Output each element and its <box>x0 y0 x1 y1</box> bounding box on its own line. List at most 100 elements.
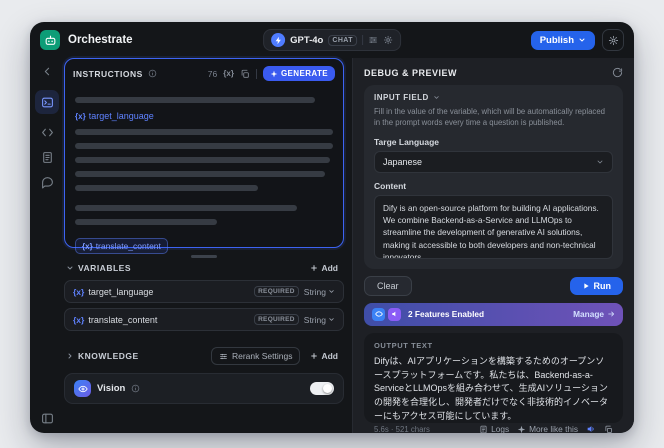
plus-icon <box>311 265 318 271</box>
variable-name: translate_content <box>95 241 161 251</box>
feature-speech-icon <box>388 307 401 321</box>
publish-button[interactable]: Publish <box>530 30 595 50</box>
chevron-down-icon <box>329 318 334 321</box>
vision-toggle[interactable] <box>310 382 334 395</box>
output-title: OUTPUT TEXT <box>374 340 433 350</box>
skeleton-line <box>75 97 315 103</box>
scroll-indicator[interactable] <box>191 255 217 258</box>
rerank-settings-button[interactable]: Rerank Settings <box>210 347 301 365</box>
manage-features-button[interactable]: Manage <box>573 309 615 319</box>
variable-chip-translate-content: {x} translate_content <box>75 238 168 254</box>
variable-name: target_language <box>88 111 154 121</box>
gear-icon <box>608 35 618 45</box>
model-name: GPT-4o <box>290 34 324 46</box>
required-badge: REQUIRED <box>254 314 299 325</box>
more-like-this-button[interactable]: More like this <box>517 424 578 433</box>
sidebar-item-api[interactable] <box>41 126 54 139</box>
sidebar-rail <box>30 58 64 433</box>
add-knowledge-button[interactable]: Add <box>306 349 342 363</box>
sidebar-item-logs[interactable] <box>41 151 54 164</box>
debug-title: DEBUG & PREVIEW <box>364 67 458 78</box>
skeleton-line <box>75 185 259 191</box>
variable-name: target_language <box>88 286 154 297</box>
variable-type-select[interactable]: String <box>304 315 335 325</box>
logs-label: Logs <box>491 424 510 433</box>
play-icon <box>583 282 589 289</box>
variable-type: String <box>303 314 326 325</box>
sparkle-icon <box>270 70 278 77</box>
variable-name: translate_content <box>88 314 158 325</box>
instructions-title: INSTRUCTIONS <box>73 68 143 79</box>
features-enabled-text: 2 Features Enabled <box>408 309 485 320</box>
back-arrow-icon[interactable] <box>41 65 54 78</box>
chevron-down-icon <box>433 94 440 101</box>
divider <box>255 68 257 79</box>
add-label: Add <box>321 351 338 361</box>
output-actions: Logs More like this <box>479 424 613 433</box>
debug-actions: Clear Run <box>364 275 623 296</box>
speaker-icon[interactable] <box>586 424 596 433</box>
chevron-down-icon[interactable] <box>66 264 74 272</box>
variable-icon: {x} <box>75 111 86 121</box>
sidebar-item-orchestrate[interactable] <box>35 90 59 114</box>
content-textarea[interactable]: Dify is an open-source platform for buil… <box>374 194 613 259</box>
variable-type-select[interactable]: String <box>304 287 335 297</box>
target-language-select[interactable]: Japanese <box>374 150 613 173</box>
skeleton-line <box>75 129 333 135</box>
features-bar: 2 Features Enabled Manage <box>364 302 623 326</box>
model-selector[interactable]: GPT-4o CHAT <box>263 29 401 51</box>
chevron-right-icon[interactable] <box>66 352 74 360</box>
eye-icon <box>74 380 91 397</box>
word-count: 76 <box>207 68 218 79</box>
code-icon <box>41 128 53 137</box>
input-field-description: Fill in the value of the variable, which… <box>374 107 605 128</box>
skeleton-line <box>75 143 333 149</box>
refresh-icon[interactable] <box>612 67 623 78</box>
generate-button[interactable]: GENERATE <box>262 66 335 81</box>
variable-row-translate-content[interactable]: {x} translate_content REQUIRED String <box>64 308 344 331</box>
chevron-down-icon <box>579 38 585 42</box>
inline-variable-target-language: {x} target_language <box>75 111 333 121</box>
rerank-label: Rerank Settings <box>231 351 293 361</box>
feature-vision-icon <box>372 307 385 321</box>
run-button[interactable]: Run <box>569 276 623 295</box>
required-badge: REQUIRED <box>254 286 299 297</box>
logs-button[interactable]: Logs <box>479 424 509 433</box>
generate-label: GENERATE <box>280 69 328 78</box>
variables-title: VARIABLES <box>78 263 131 273</box>
app-window: Orchestrate GPT-4o CHAT Publish INSTRUCT… <box>30 22 634 433</box>
prompt-editor[interactable]: {x} target_language {x} translate_conten… <box>65 85 343 262</box>
model-params-icon[interactable] <box>368 35 378 45</box>
insert-variable-icon[interactable]: {x} <box>223 69 234 78</box>
input-field-header[interactable]: INPUT FIELD <box>374 93 613 102</box>
variable-type: String <box>303 286 326 297</box>
more-like-this-label: More like this <box>529 424 578 433</box>
chat-bubble-icon <box>41 177 53 189</box>
copy-icon[interactable] <box>604 425 613 433</box>
input-field-title: INPUT FIELD <box>374 93 429 102</box>
variable-row-meta: REQUIRED String <box>254 286 335 297</box>
skeleton-line <box>75 219 217 225</box>
page-title: Orchestrate <box>68 34 133 46</box>
output-card: OUTPUT TEXT Difyは、AIアプリケーションを構築するためのオープン… <box>364 332 623 433</box>
clear-button[interactable]: Clear <box>364 275 412 296</box>
titlebar: Orchestrate GPT-4o CHAT Publish <box>30 22 634 58</box>
content-label: Content <box>374 180 407 191</box>
instructions-header: INSTRUCTIONS 76 {x} GENERATE <box>65 59 343 85</box>
expand-panel-icon[interactable] <box>41 412 54 425</box>
dify-logo-icon[interactable] <box>40 30 60 50</box>
add-variable-button[interactable]: Add <box>306 261 342 275</box>
manage-label: Manage <box>573 309 604 320</box>
sparkle-icon <box>517 425 526 433</box>
model-settings-icon[interactable] <box>383 35 393 45</box>
variable-row-target-language[interactable]: {x} target_language REQUIRED String <box>64 280 344 303</box>
sidebar-item-annotation[interactable] <box>41 176 54 189</box>
document-icon <box>480 425 487 433</box>
app-settings-button[interactable] <box>602 29 624 51</box>
variable-icon: {x} <box>82 241 93 251</box>
output-footer: 5.6s · 521 chars Logs More like this <box>374 424 613 433</box>
knowledge-actions: Rerank Settings Add <box>210 347 342 365</box>
skeleton-line <box>75 157 331 163</box>
copy-icon[interactable] <box>240 69 250 79</box>
sliders-icon <box>220 353 227 359</box>
